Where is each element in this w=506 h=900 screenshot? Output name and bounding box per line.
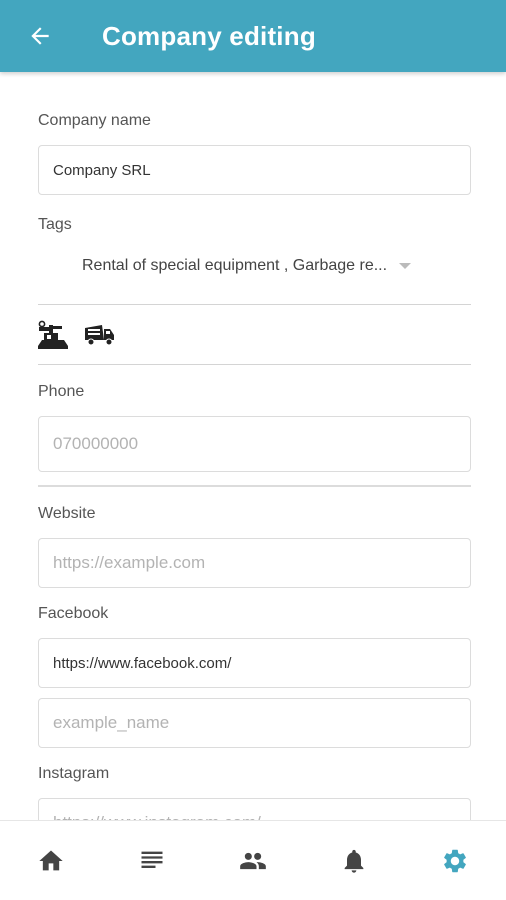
gear-icon	[444, 849, 467, 872]
phone-label: Phone	[38, 383, 85, 400]
facebook-url-field[interactable]	[38, 638, 471, 688]
home-icon	[38, 850, 63, 870]
arrow-left-icon	[31, 27, 49, 45]
bell-icon	[344, 849, 364, 873]
website-field[interactable]	[38, 538, 471, 588]
divider	[38, 364, 471, 365]
website-label: Website	[38, 505, 96, 522]
phone-field[interactable]	[38, 416, 471, 472]
nav-home[interactable]	[21, 831, 81, 891]
chevron-down-icon	[399, 263, 412, 269]
app-bar: Company editing	[0, 0, 506, 72]
list-icon	[141, 851, 163, 868]
page-title: Company editing	[102, 20, 316, 51]
tags-label: Tags	[38, 216, 72, 233]
bottom-nav	[0, 820, 506, 900]
instagram-label: Instagram	[38, 765, 110, 782]
garbage-truck-icon	[85, 325, 114, 346]
form-content[interactable]: Company name Tags Rental of special equi…	[0, 72, 506, 820]
nav-people[interactable]	[223, 831, 283, 891]
tags-selected-value: Rental of special equipment , Garbage re…	[82, 257, 388, 274]
nav-notifications[interactable]	[324, 831, 384, 891]
excavator-icon	[38, 320, 68, 349]
back-button[interactable]	[0, 0, 80, 72]
facebook-name-field[interactable]	[38, 698, 471, 748]
facebook-label: Facebook	[38, 605, 109, 622]
company-name-field[interactable]	[38, 145, 471, 195]
divider	[38, 485, 471, 487]
nav-list[interactable]	[122, 831, 182, 891]
divider	[38, 304, 471, 305]
people-icon	[240, 852, 266, 869]
company-name-label: Company name	[38, 112, 151, 129]
tags-dropdown[interactable]: Rental of special equipment , Garbage re…	[82, 254, 450, 278]
nav-settings[interactable]	[425, 831, 485, 891]
instagram-field[interactable]	[38, 798, 471, 820]
